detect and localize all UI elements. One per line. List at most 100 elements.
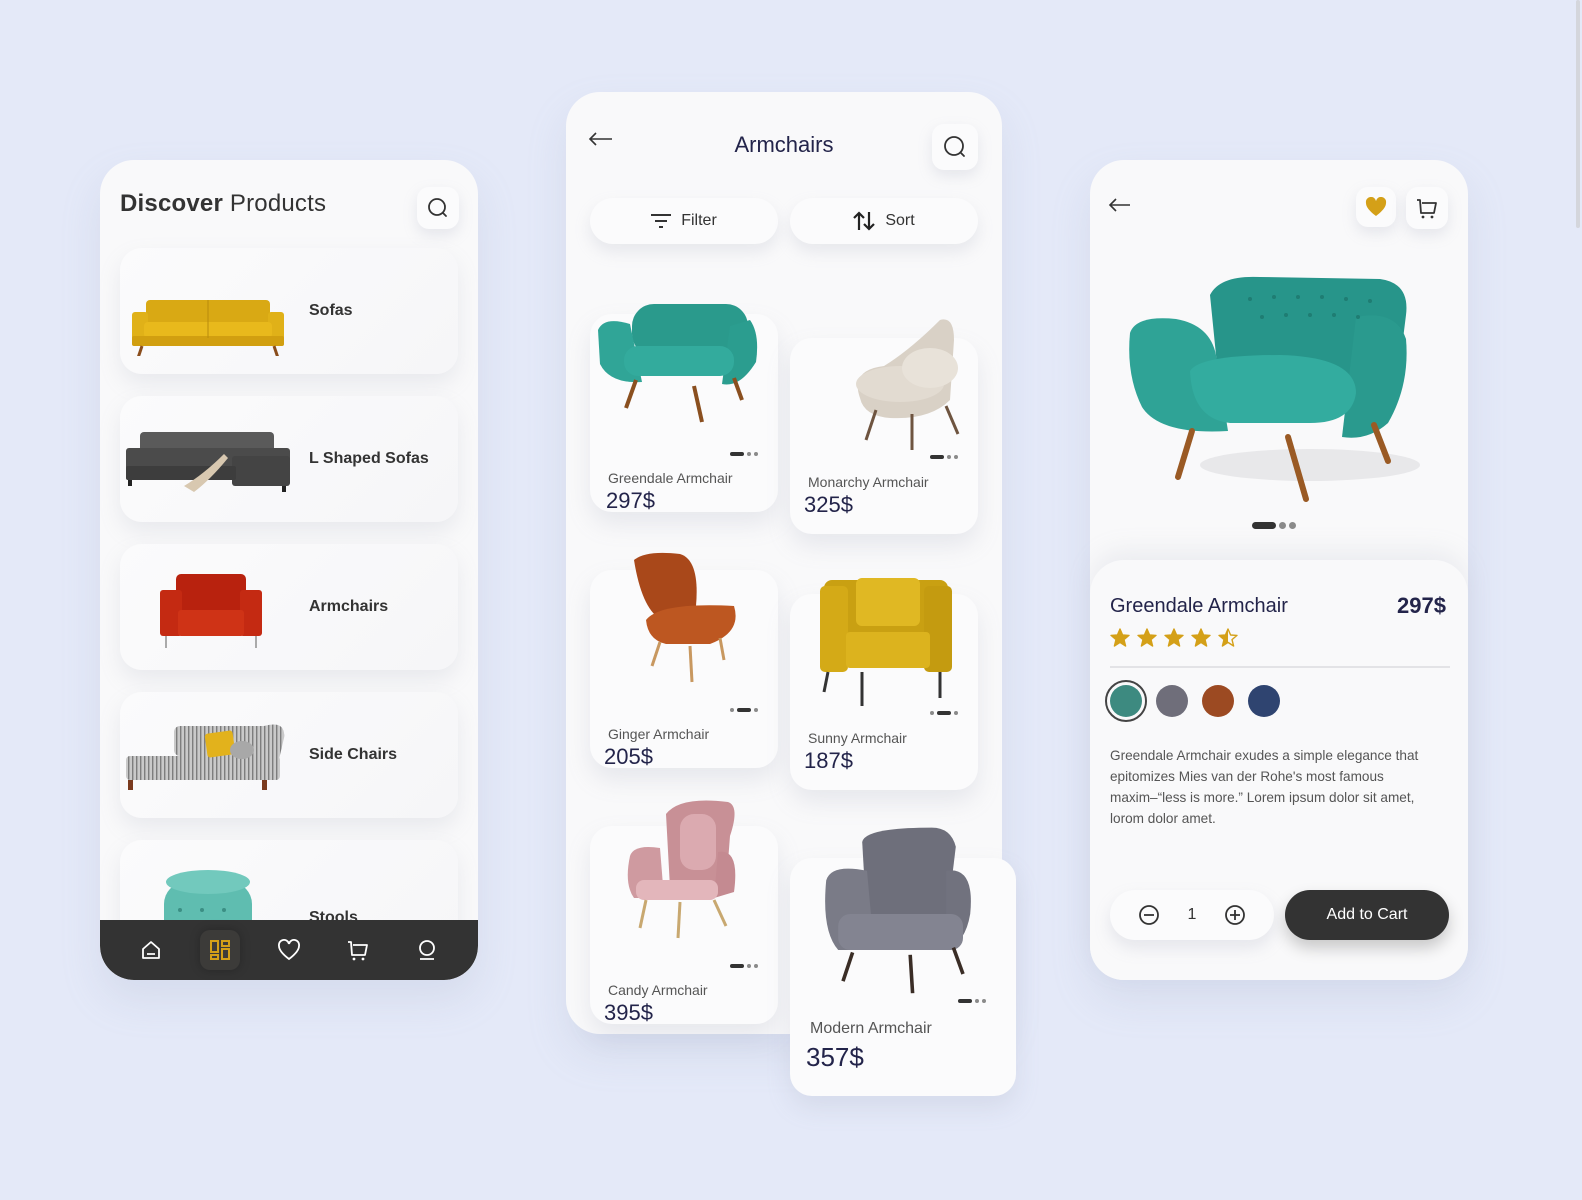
- cart-icon: [348, 941, 369, 961]
- product-card-monarchy[interactable]: Monarchy Armchair 325$: [790, 319, 978, 534]
- ginger-armchair-image: [634, 552, 736, 683]
- color-swatch[interactable]: [1202, 685, 1234, 717]
- category-label: Armchairs: [309, 598, 389, 615]
- product-description: Greendale Armchair exudes a simple elega…: [1110, 748, 1419, 826]
- product-price: 297$: [606, 488, 655, 513]
- armchairs-listing-screen: Armchairs Filter Sort Greendale Armchair…: [566, 92, 1016, 1096]
- color-options: [1105, 680, 1280, 722]
- quantity-stepper: 1: [1110, 890, 1274, 940]
- product-price: 297$: [1397, 593, 1446, 618]
- image-pager: [730, 708, 758, 712]
- home-icon: [141, 941, 160, 959]
- image-pager: [930, 455, 958, 459]
- star-full-icon: [1191, 628, 1211, 647]
- nav-home[interactable]: [131, 930, 171, 970]
- color-swatch[interactable]: [1156, 685, 1188, 717]
- modern-armchair-image: [825, 827, 971, 994]
- color-swatch[interactable]: [1105, 680, 1147, 722]
- product-price: 357$: [806, 1042, 864, 1072]
- product-name: Sunny Armchair: [808, 730, 907, 746]
- category-card-side-chairs[interactable]: Side Chairs: [120, 692, 458, 818]
- category-label: Side Chairs: [309, 746, 398, 763]
- product-detail-screen: Greendale Armchair 297$ Greendale Armcha…: [1090, 160, 1468, 980]
- red-armchair-image: [160, 574, 262, 648]
- image-pager: [730, 452, 758, 456]
- product-card-ginger[interactable]: Ginger Armchair 205$: [590, 552, 778, 769]
- search-icon: [428, 198, 447, 217]
- image-pager: [958, 999, 986, 1003]
- sort-button[interactable]: Sort: [790, 198, 978, 244]
- product-price: 187$: [804, 748, 853, 773]
- category-card-sofas[interactable]: Sofas: [120, 248, 458, 374]
- star-full-icon: [1110, 628, 1130, 647]
- heart-icon: [278, 939, 300, 961]
- striped-chaise-lounge-image: [126, 724, 285, 790]
- search-icon: [944, 136, 965, 157]
- product-card-modern[interactable]: Modern Armchair 357$: [790, 827, 1016, 1096]
- nav-cart[interactable]: [338, 930, 378, 970]
- category-card-armchairs[interactable]: Armchairs: [120, 544, 458, 670]
- nav-categories[interactable]: [199, 930, 240, 970]
- filter-icon: [651, 214, 672, 228]
- category-label: L Shaped Sofas: [309, 450, 429, 467]
- rating-stars: [1110, 628, 1238, 648]
- grid-icon: [209, 940, 230, 960]
- heart-filled-icon: [1365, 197, 1387, 216]
- bottom-navigation: [100, 920, 478, 980]
- page-scrollbar[interactable]: [1576, 0, 1580, 228]
- sunny-armchair-image: [820, 578, 952, 706]
- plus-circle-icon: [1225, 905, 1246, 925]
- star-full-icon: [1164, 628, 1184, 647]
- greendale-armchair-hero-image: [1129, 276, 1420, 502]
- color-swatch[interactable]: [1248, 685, 1280, 717]
- search-button[interactable]: [932, 124, 978, 170]
- sort-icon: [853, 211, 876, 231]
- grey-l-shaped-sofa-image: [126, 432, 290, 492]
- product-name: Ginger Armchair: [608, 726, 710, 742]
- arrow-left-icon: [1108, 198, 1130, 212]
- title-light: Products: [229, 190, 327, 217]
- filter-button[interactable]: Filter: [590, 198, 778, 244]
- product-name: Greendale Armchair: [1110, 595, 1288, 617]
- product-price: 325$: [804, 492, 853, 517]
- nav-profile[interactable]: [407, 930, 447, 970]
- favorite-button[interactable]: [1356, 187, 1396, 227]
- category-card-l-shaped-sofas[interactable]: L Shaped Sofas: [120, 396, 458, 522]
- product-card-greendale[interactable]: Greendale Armchair 297$: [590, 304, 778, 513]
- product-name: Greendale Armchair: [608, 470, 733, 486]
- product-price: 205$: [604, 744, 653, 769]
- discover-products-screen: Discover Products Sofas L Shaped Sofas A…: [100, 160, 478, 980]
- image-pager: [930, 711, 958, 715]
- image-pager[interactable]: [1252, 522, 1296, 529]
- cart-button[interactable]: [1406, 187, 1448, 229]
- star-half-icon: [1218, 628, 1238, 647]
- product-card-sunny[interactable]: Sunny Armchair 187$: [790, 578, 978, 790]
- sort-label: Sort: [885, 212, 915, 229]
- yellow-sofa-image: [132, 300, 284, 356]
- profile-icon: [419, 940, 436, 960]
- search-button[interactable]: [417, 187, 459, 229]
- nav-favorites[interactable]: [269, 930, 309, 970]
- minus-circle-icon: [1138, 905, 1159, 925]
- product-name: Monarchy Armchair: [808, 474, 929, 490]
- monarchy-armchair-image: [856, 319, 960, 450]
- star-full-icon: [1137, 628, 1157, 647]
- greendale-armchair-image: [598, 304, 758, 423]
- increase-quantity-button[interactable]: [1224, 904, 1246, 926]
- page-title: Discover Products: [120, 190, 326, 218]
- product-price: 395$: [604, 1000, 653, 1025]
- filter-label: Filter: [681, 212, 717, 229]
- category-label: Sofas: [309, 302, 353, 319]
- cart-icon: [1417, 199, 1437, 219]
- decrease-quantity-button[interactable]: [1138, 904, 1160, 926]
- image-pager: [730, 964, 758, 968]
- product-card-candy[interactable]: Candy Armchair 395$: [590, 800, 778, 1025]
- quantity-value: 1: [1187, 906, 1197, 923]
- product-name: Modern Armchair: [810, 1020, 932, 1037]
- product-name: Candy Armchair: [608, 982, 708, 998]
- divider: [1110, 666, 1450, 668]
- back-button[interactable]: [1108, 198, 1132, 217]
- candy-armchair-image: [627, 800, 736, 939]
- title-bold: Discover: [120, 190, 223, 217]
- add-to-cart-button[interactable]: Add to Cart: [1285, 890, 1449, 940]
